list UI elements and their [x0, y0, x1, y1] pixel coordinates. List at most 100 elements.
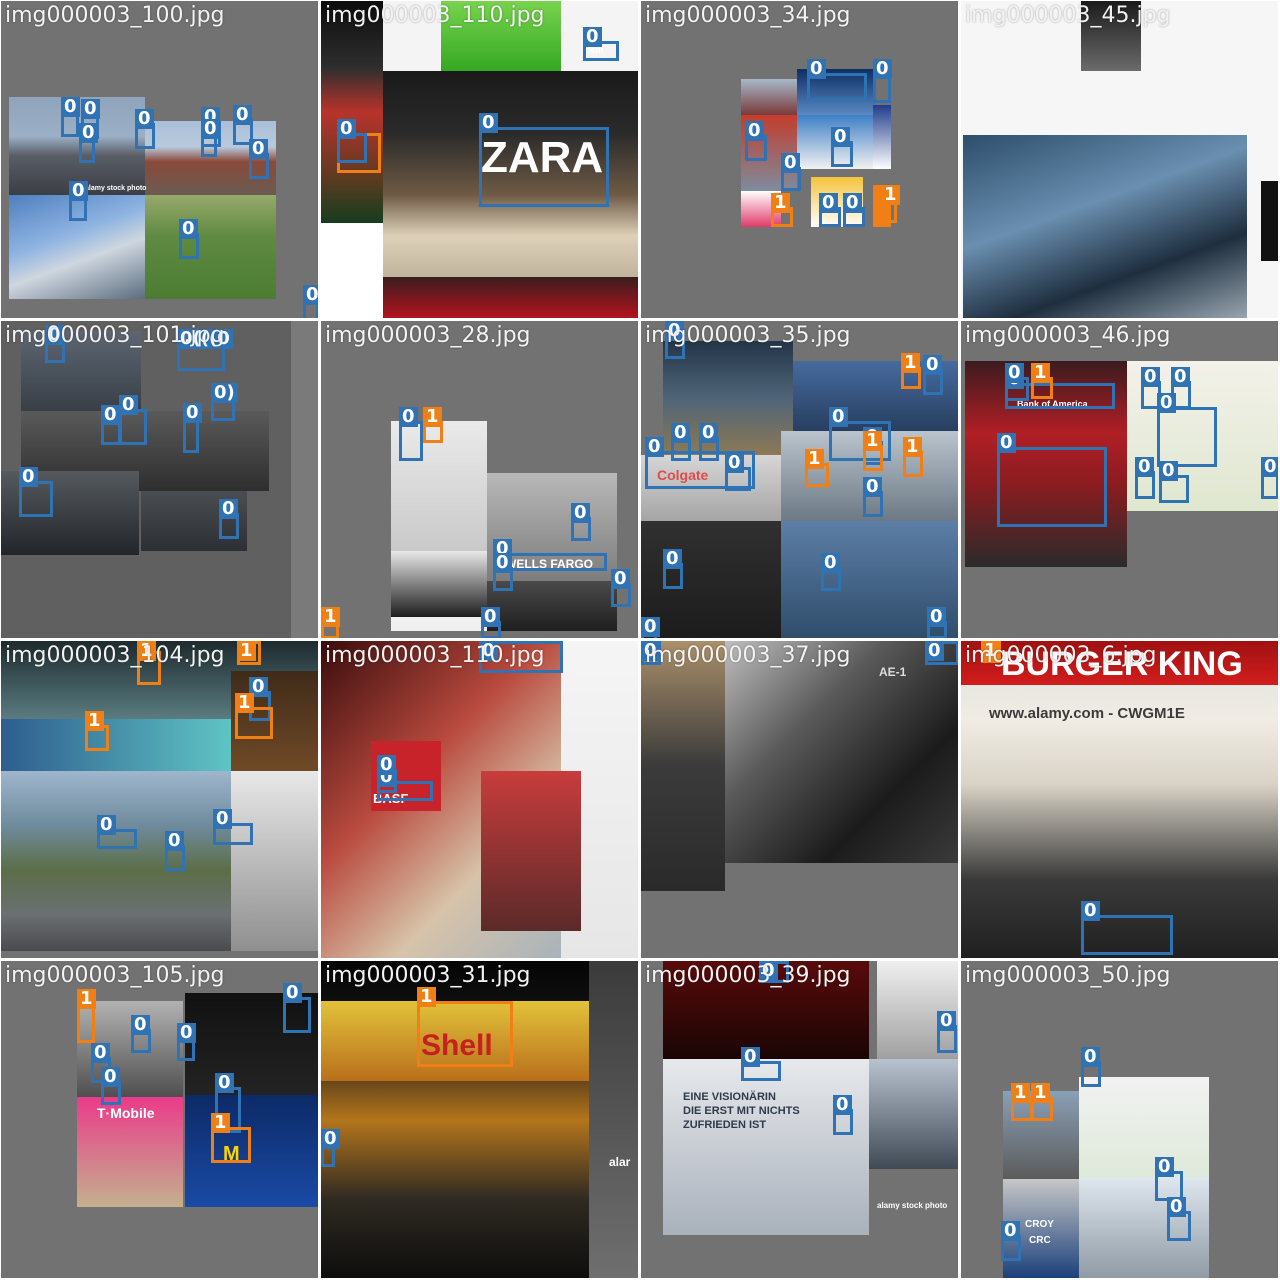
photo-fragment	[641, 641, 725, 891]
class-label: 0	[219, 499, 238, 519]
class-label: 0	[1005, 363, 1024, 383]
class-label: 0	[819, 193, 838, 213]
class-label: 1	[1031, 1083, 1050, 1103]
bounding-box	[1157, 407, 1217, 467]
class-label: 0	[101, 1067, 120, 1087]
class-label: 0	[321, 1129, 340, 1149]
tile-filename: img000003_34.jpg	[645, 3, 851, 28]
class-label: 1	[423, 407, 442, 427]
photo-text: CROY	[1025, 1219, 1054, 1230]
tile-filename: img000003_35.jpg	[645, 323, 851, 348]
photo-fragment	[231, 771, 318, 951]
class-label: 1	[77, 989, 96, 1009]
class-label: 0	[1167, 1197, 1186, 1217]
tile-filename: img000003_45.jpg	[965, 3, 1171, 28]
class-label: 0	[1001, 1221, 1020, 1241]
bounding-box	[997, 447, 1107, 527]
class-label: 0	[829, 407, 848, 427]
class-label: 0	[1159, 461, 1178, 481]
mosaic-tile: WELLS FARGO 0 1 0 0 0 0 0 1 img000003_28.jpg	[321, 321, 638, 638]
tile-filename: img000003_100.jpg	[5, 3, 225, 28]
photo-fragment	[873, 105, 891, 169]
class-label: 0	[479, 113, 498, 133]
class-label: 0	[165, 831, 184, 851]
class-label: 0	[399, 407, 418, 427]
mosaic-tile: ZARAbem0010img000003_110.jpg	[321, 1, 638, 318]
mosaic-tile: alamy stock photo 0 0 0 0 0 0 0 0 0 0 0 img000003_10…	[1, 1, 318, 318]
mosaic-tile: BURGER KING www.alamy.com - CWGM1E 0 1 img00…	[961, 641, 1278, 958]
mosaic-tile: 0 0 0 0 0 1 0 0 1 img000003_34.jpg	[641, 1, 958, 318]
class-label: 0	[183, 403, 202, 423]
photo-fragment	[641, 521, 781, 638]
mosaic-tile: AE-1 0 0 img000003_37.jpg	[641, 641, 958, 958]
class-label: 0	[69, 181, 88, 201]
class-label: 0	[79, 123, 98, 143]
class-label: 1	[417, 987, 436, 1007]
class-label: 0	[641, 617, 660, 637]
class-label: 0	[179, 219, 198, 239]
tile-filename: img000003_110.jpg	[325, 643, 545, 668]
photo-fragment	[145, 195, 276, 299]
mosaic-tile: 1 1 0 1 1 0 0 0 img000003_104.jpg	[1, 641, 318, 958]
class-label: 0	[19, 467, 38, 487]
class-label: 0	[213, 809, 232, 829]
class-label: 0	[91, 1043, 110, 1063]
photo-fragment	[725, 641, 958, 863]
class-label: 1	[321, 607, 340, 627]
photo-fragment	[321, 1, 383, 223]
photo-text: AE-1	[879, 665, 907, 679]
photo-fragment	[391, 617, 487, 631]
class-label: 0	[781, 153, 800, 173]
class-label: 0)	[211, 383, 238, 403]
photo-text: DIE ERST MIT NICHTS	[683, 1105, 800, 1117]
mosaic-grid: alamy stock photo 0 0 0 0 0 0 0 0 0 0 0 img000003_10…	[0, 0, 1280, 1280]
mosaic-tile: Bank of America0010000000img000003_46.jp…	[961, 321, 1278, 638]
tile-filename: img000003_46.jpg	[965, 323, 1171, 348]
class-label: 0	[135, 109, 154, 129]
class-label: 0	[61, 97, 80, 117]
mosaic-tile: T·Mobile M 1 0 0 0 0 0 0 1 img000003_105.jpg	[1, 961, 318, 1278]
photo-fragment	[869, 1059, 958, 1169]
photo-fragment	[185, 1095, 318, 1207]
class-label: 0	[283, 983, 302, 1003]
bounding-box	[1081, 915, 1173, 955]
class-label: 0	[821, 553, 840, 573]
class-label: 1	[235, 693, 254, 713]
class-label: 0	[873, 59, 892, 79]
class-label: 0	[303, 285, 318, 305]
tile-filename: img000003_6.jpg	[965, 643, 1157, 668]
class-label: 0	[927, 607, 946, 627]
class-label: 0	[201, 119, 220, 139]
class-label: 0	[377, 755, 396, 775]
photo-fragment	[963, 135, 1247, 318]
bounding-box	[399, 421, 423, 461]
photo-fragment	[641, 891, 725, 958]
class-label: 0	[177, 1023, 196, 1043]
photo-fragment	[391, 551, 487, 617]
class-label: 0	[1171, 367, 1190, 387]
mosaic-tile: Shell alar 1 0 img000003_31.jpg	[321, 961, 638, 1278]
class-label: 0	[101, 405, 120, 425]
class-label: 1	[805, 449, 824, 469]
class-label: 0	[493, 553, 512, 573]
class-label: 0	[97, 815, 116, 835]
class-label: 1	[237, 641, 256, 661]
class-label: 0	[611, 569, 630, 589]
tile-filename: img000003_50.jpg	[965, 963, 1171, 988]
photo-text: T·Mobile	[97, 1105, 155, 1121]
photo-fragment	[589, 961, 638, 1278]
class-label: 0	[997, 433, 1016, 453]
class-label: 1	[771, 193, 790, 213]
class-label: 0	[645, 437, 664, 457]
photo-fragment	[321, 223, 383, 318]
class-label: 0	[233, 105, 252, 125]
tile-filename: img000003_28.jpg	[325, 323, 531, 348]
bounding-box	[479, 127, 609, 207]
class-label: 0	[81, 99, 100, 119]
photo-text: EINE VISIONÄRIN	[683, 1091, 776, 1103]
tile-filename: img000003_110.jpg	[325, 3, 545, 28]
class-label: 0	[583, 27, 602, 47]
class-label: 1	[903, 437, 922, 457]
class-label: 0	[923, 355, 942, 375]
tile-filename: img000003_39.jpg	[645, 963, 851, 988]
